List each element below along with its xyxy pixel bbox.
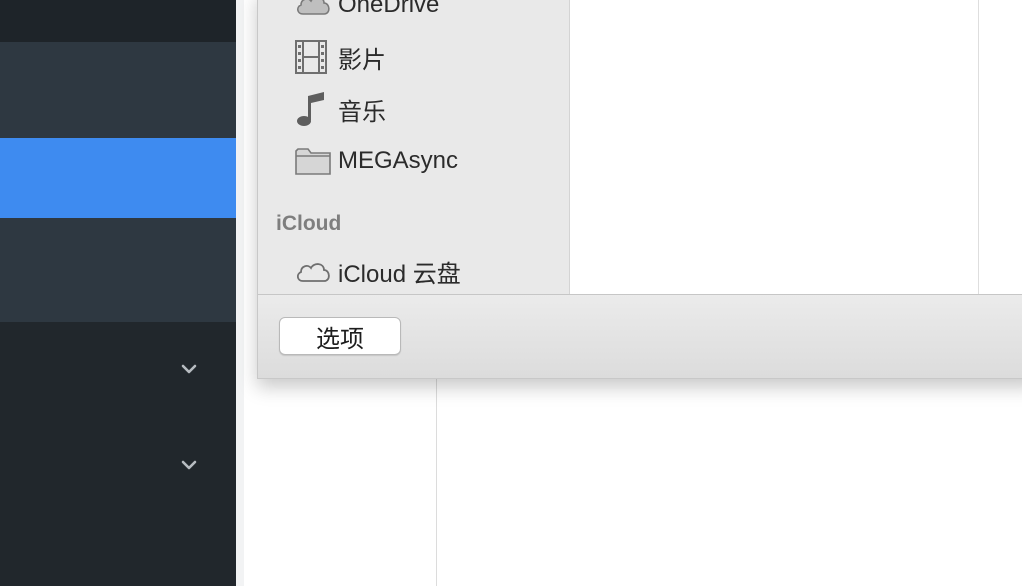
folder-icon <box>294 142 332 180</box>
sidebar-item-label: MEGAsync <box>338 147 459 174</box>
sidebar-item-movies[interactable]: 影片 <box>294 37 386 77</box>
sidebar-item[interactable] <box>0 218 236 322</box>
icloud-icon <box>294 252 332 290</box>
sidebar-item-label: 影片 <box>338 46 386 74</box>
sidebar-item-onedrive[interactable]: OneDrive <box>294 0 439 25</box>
options-button[interactable]: 选项 <box>279 317 401 355</box>
app-sidebar <box>0 0 236 586</box>
sidebar-item-label: 音乐 <box>338 98 386 126</box>
content-edge <box>236 0 244 586</box>
sidebar-item-label: iCloud 云盘 <box>338 260 461 288</box>
sidebar-item-music[interactable]: 音乐 <box>294 89 386 129</box>
file-dialog: OneDrive 影片 音乐 MEGAsync iCloud iCloud 云盘… <box>257 0 1022 379</box>
sidebar-header <box>0 0 236 42</box>
chevron-down-icon[interactable] <box>180 456 198 474</box>
sidebar-item-icloud-drive[interactable]: iCloud 云盘 <box>294 251 461 291</box>
file-browser[interactable] <box>570 0 1022 294</box>
sidebar-item[interactable] <box>0 42 236 138</box>
chevron-down-icon[interactable] <box>180 360 198 378</box>
sidebar-item-megasync[interactable]: MEGAsync <box>294 141 458 181</box>
sidebar-item-label: OneDrive <box>338 0 440 18</box>
dialog-sidebar: OneDrive 影片 音乐 MEGAsync iCloud iCloud 云盘 <box>258 0 570 294</box>
background-column-divider <box>436 378 437 586</box>
film-icon <box>294 38 332 76</box>
sidebar-section-title: iCloud <box>276 212 342 235</box>
cloud-icon <box>294 0 332 24</box>
music-note-icon <box>294 90 332 128</box>
dialog-footer: 选项 <box>258 295 1022 378</box>
sidebar-item-active[interactable] <box>0 138 236 218</box>
column-divider[interactable] <box>978 0 979 294</box>
